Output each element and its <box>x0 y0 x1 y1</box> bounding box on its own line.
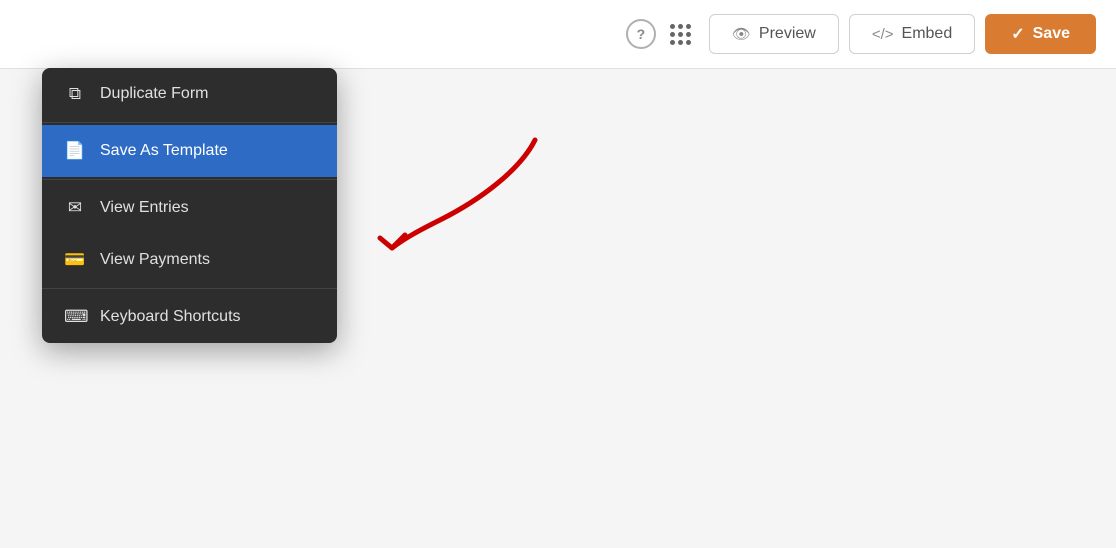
code-icon: </> <box>872 26 894 43</box>
menu-item-view-entries[interactable]: ✉ View Entries <box>42 182 337 234</box>
help-icon[interactable]: ? <box>626 19 656 49</box>
menu-item-view-payments[interactable]: 💳 View Payments <box>42 234 337 286</box>
grid-dot <box>670 40 675 45</box>
menu-item-save-as-template[interactable]: 📄 Save As Template <box>42 125 337 177</box>
envelope-icon: ✉ <box>64 198 86 218</box>
duplicate-form-label: Duplicate Form <box>100 85 208 103</box>
toolbar-icons: ? <box>626 19 691 49</box>
eye-icon: 👁 <box>732 25 751 43</box>
embed-button[interactable]: </> Embed <box>849 14 975 54</box>
menu-item-keyboard-shortcuts[interactable]: ⌨ Keyboard Shortcuts <box>42 291 337 343</box>
preview-button[interactable]: 👁 Preview <box>709 14 839 54</box>
grid-dot <box>678 32 683 37</box>
grid-dot <box>686 40 691 45</box>
top-bar: ? 👁 Preview </> Embed ✓ Save <box>0 0 1116 69</box>
grid-dot <box>686 24 691 29</box>
menu-separator-3 <box>42 288 337 289</box>
grid-dot <box>686 32 691 37</box>
keyboard-shortcuts-label: Keyboard Shortcuts <box>100 308 241 326</box>
duplicate-icon: ⧉ <box>64 84 86 104</box>
grid-dot <box>678 40 683 45</box>
grid-dot <box>670 32 675 37</box>
preview-label: Preview <box>759 25 816 43</box>
checkmark-icon: ✓ <box>1011 24 1024 44</box>
menu-item-duplicate-form[interactable]: ⧉ Duplicate Form <box>42 68 337 120</box>
keyboard-icon: ⌨ <box>64 307 86 327</box>
payment-icon: 💳 <box>64 250 86 270</box>
dropdown-menu: ⧉ Duplicate Form 📄 Save As Template ✉ Vi… <box>42 68 337 343</box>
save-as-template-label: Save As Template <box>100 142 228 160</box>
view-entries-label: View Entries <box>100 199 189 217</box>
menu-separator-1 <box>42 122 337 123</box>
grid-dot <box>678 24 683 29</box>
view-payments-label: View Payments <box>100 251 210 269</box>
template-icon: 📄 <box>64 141 86 161</box>
apps-grid-icon[interactable] <box>670 24 691 45</box>
menu-separator-2 <box>42 179 337 180</box>
grid-dot <box>670 24 675 29</box>
embed-label: Embed <box>902 25 953 43</box>
save-button[interactable]: ✓ Save <box>985 14 1096 54</box>
save-label: Save <box>1033 25 1070 43</box>
